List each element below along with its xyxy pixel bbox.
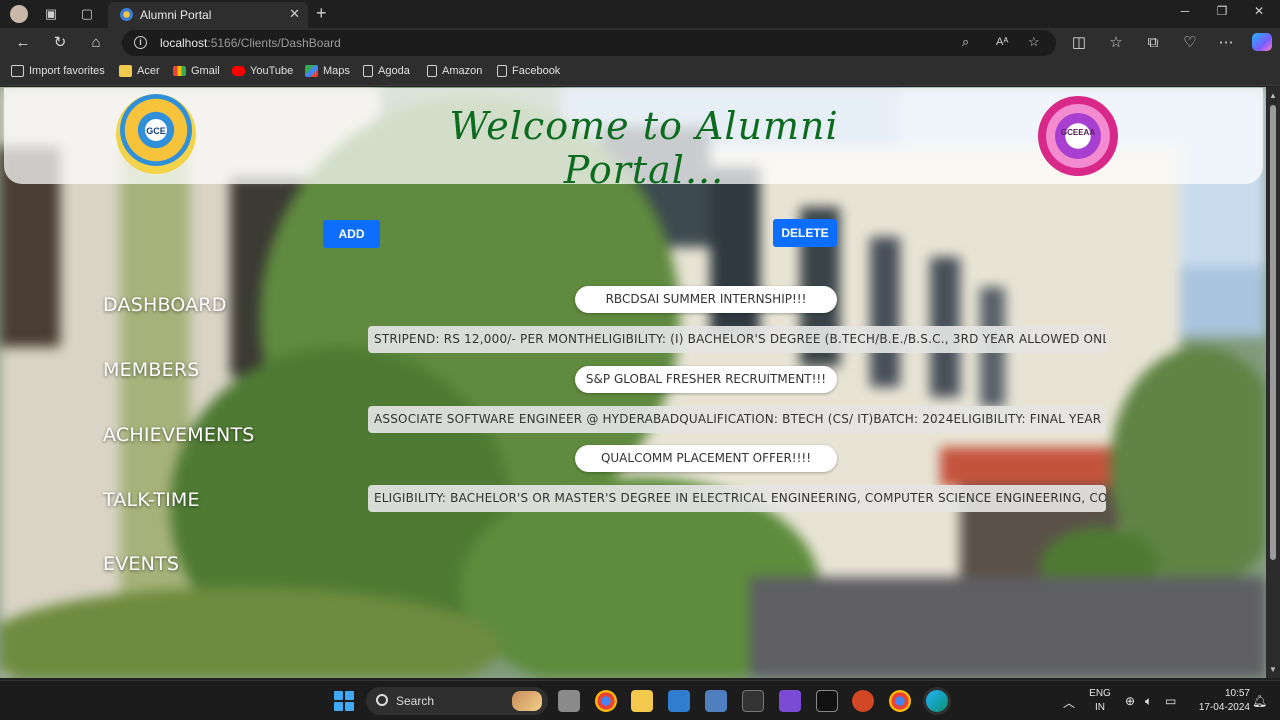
task-view-icon[interactable] [558, 690, 580, 712]
notification-bell-icon[interactable]: 🔔︎ [1252, 694, 1267, 708]
clock-time[interactable]: 10:57 [1190, 688, 1250, 699]
folder-icon [119, 65, 132, 77]
powerpoint-icon[interactable] [852, 690, 874, 712]
search-highlight-icon [512, 691, 542, 711]
notion-icon[interactable] [742, 690, 764, 712]
fav-import-favorites[interactable]: Import favorites [11, 65, 105, 77]
refresh-icon[interactable]: ↻ [49, 33, 71, 53]
read-aloud-icon[interactable]: Aᴬ [996, 36, 1008, 48]
sidebar-item-events[interactable]: Events [103, 553, 179, 575]
import-icon [11, 65, 24, 77]
taskbar-search[interactable]: Search [366, 687, 548, 715]
windows-start-icon[interactable] [334, 691, 354, 711]
collections-icon[interactable]: ⧉ [1142, 33, 1164, 53]
fav-maps[interactable]: Maps [305, 65, 350, 77]
right-logo-text: GCEEAA [1060, 128, 1096, 137]
page-icon [363, 65, 373, 77]
back-arrow-icon[interactable]: ← [12, 33, 34, 53]
edge-icon[interactable] [926, 690, 948, 712]
notice-title[interactable]: S&P GLOBAL FRESHER RECRUITMENT!!! [575, 366, 837, 393]
profile-avatar-icon[interactable] [8, 4, 30, 24]
site-header: GCE Welcome to Alumni Portal... GCEEAA [4, 88, 1263, 192]
visual-studio-icon[interactable] [779, 690, 801, 712]
welcome-heading: Welcome to Alumni Portal... [449, 104, 839, 192]
tab-title: Alumni Portal [140, 8, 212, 22]
add-button[interactable]: ADD [323, 220, 380, 248]
zoom-icon[interactable]: ⌕ [962, 34, 969, 50]
favorite-star-icon[interactable]: ☆ [1028, 34, 1040, 50]
maximize-icon[interactable]: ❐ [1207, 4, 1237, 18]
show-hidden-icons-chevron-icon[interactable]: ︿ [1063, 694, 1075, 711]
scrollbar-thumb[interactable] [1270, 105, 1276, 560]
browser-nav-bar: ← ↻ ⌂ i localhost:5166/Clients/DashBoard… [0, 28, 1280, 58]
tab-close-icon[interactable]: ✕ [289, 6, 300, 22]
browser-essentials-icon[interactable]: ♡ [1179, 33, 1201, 53]
language-indicator-top[interactable]: ENG [1088, 688, 1112, 699]
college-logo-left: GCE [116, 94, 196, 174]
browser-tab-bar: ▣ ▢ Alumni Portal ✕ + ─ ❐ ✕ [0, 0, 1280, 28]
calculator-icon[interactable] [705, 690, 727, 712]
terminal-icon[interactable] [816, 690, 838, 712]
home-icon[interactable]: ⌂ [85, 33, 107, 53]
split-screen-icon[interactable]: ◫ [1068, 33, 1090, 53]
address-bar[interactable]: i localhost:5166/Clients/DashBoard ⌕ Aᴬ … [122, 30, 1056, 56]
fav-facebook[interactable]: Facebook [497, 65, 560, 77]
file-explorer-icon[interactable] [631, 690, 653, 712]
notice-body: ELIGIBILITY: BACHELOR'S OR MASTER'S DEGR… [368, 485, 1106, 512]
page-viewport: GCE Welcome to Alumni Portal... GCEEAA D… [0, 87, 1280, 678]
chrome-alt-icon[interactable] [889, 690, 911, 712]
fav-agoda[interactable]: Agoda [363, 65, 410, 77]
maps-icon [305, 65, 318, 77]
favorites-icon[interactable]: ☆ [1105, 33, 1127, 53]
minimize-icon[interactable]: ─ [1170, 4, 1200, 18]
scroll-up-arrow-icon[interactable]: ▲ [1269, 91, 1277, 100]
notice-body: STRIPEND: RS 12,000/- PER MONTHELIGIBILI… [368, 326, 1106, 353]
delete-button[interactable]: DELETE [773, 219, 837, 247]
microsoft-store-icon[interactable] [668, 690, 690, 712]
sidebar-item-dashboard[interactable]: Dashboard [103, 294, 227, 316]
fav-youtube[interactable]: YouTube [232, 65, 293, 77]
sidebar-item-achievements[interactable]: Achievements [103, 424, 255, 446]
site-info-icon[interactable]: i [134, 36, 147, 49]
copilot-icon[interactable] [1252, 33, 1272, 51]
windows-taskbar: Search ︿ ENG IN ⊕ 🔈︎ ▭ 10:57 17-04-2024 … [0, 680, 1280, 720]
sidebar-item-talk-time[interactable]: Talk-Time [103, 489, 200, 511]
notice-title[interactable]: QUALCOMM PLACEMENT OFFER!!!! [575, 445, 837, 472]
tab-actions-icon[interactable]: ▢ [76, 4, 98, 24]
alumni-association-logo-right: GCEEAA [1038, 96, 1118, 176]
scroll-down-arrow-icon[interactable]: ▼ [1269, 665, 1277, 674]
url-text[interactable]: localhost:5166/Clients/DashBoard [160, 36, 341, 50]
favorites-bar: Import favorites Acer Gmail YouTube Maps… [0, 58, 1280, 86]
notice-body: ASSOCIATE SOFTWARE ENGINEER @ HYDERABADQ… [368, 406, 1106, 433]
page-icon [427, 65, 437, 77]
sidebar-item-members[interactable]: Members [103, 359, 200, 381]
language-indicator-bottom[interactable]: IN [1088, 702, 1112, 713]
left-logo-text: GCE [146, 126, 166, 136]
close-window-icon[interactable]: ✕ [1244, 4, 1274, 18]
new-tab-icon[interactable]: + [316, 3, 327, 24]
notice-title[interactable]: RBCDSAI SUMMER INTERNSHIP!!! [575, 286, 837, 313]
alumni-portal-favicon-icon [120, 8, 133, 21]
fav-acer[interactable]: Acer [119, 65, 160, 77]
chrome-icon[interactable] [595, 690, 617, 712]
page-scrollbar[interactable]: ▲ ▼ [1266, 87, 1280, 678]
fav-amazon[interactable]: Amazon [427, 65, 482, 77]
clock-date[interactable]: 17-04-2024 [1190, 702, 1250, 713]
page-icon [497, 65, 507, 77]
tab-alumni-portal[interactable]: Alumni Portal ✕ [108, 2, 308, 28]
battery-icon[interactable]: ▭ [1165, 694, 1176, 708]
network-icon[interactable]: ⊕ [1125, 694, 1135, 708]
workspaces-icon[interactable]: ▣ [40, 4, 62, 24]
youtube-icon [232, 66, 245, 76]
fav-gmail[interactable]: Gmail [173, 65, 220, 77]
gmail-icon [173, 66, 186, 76]
search-icon [376, 694, 388, 706]
search-label: Search [396, 694, 435, 708]
volume-icon[interactable]: 🔈︎ [1145, 694, 1152, 709]
more-options-icon[interactable]: ⋯ [1215, 33, 1237, 53]
